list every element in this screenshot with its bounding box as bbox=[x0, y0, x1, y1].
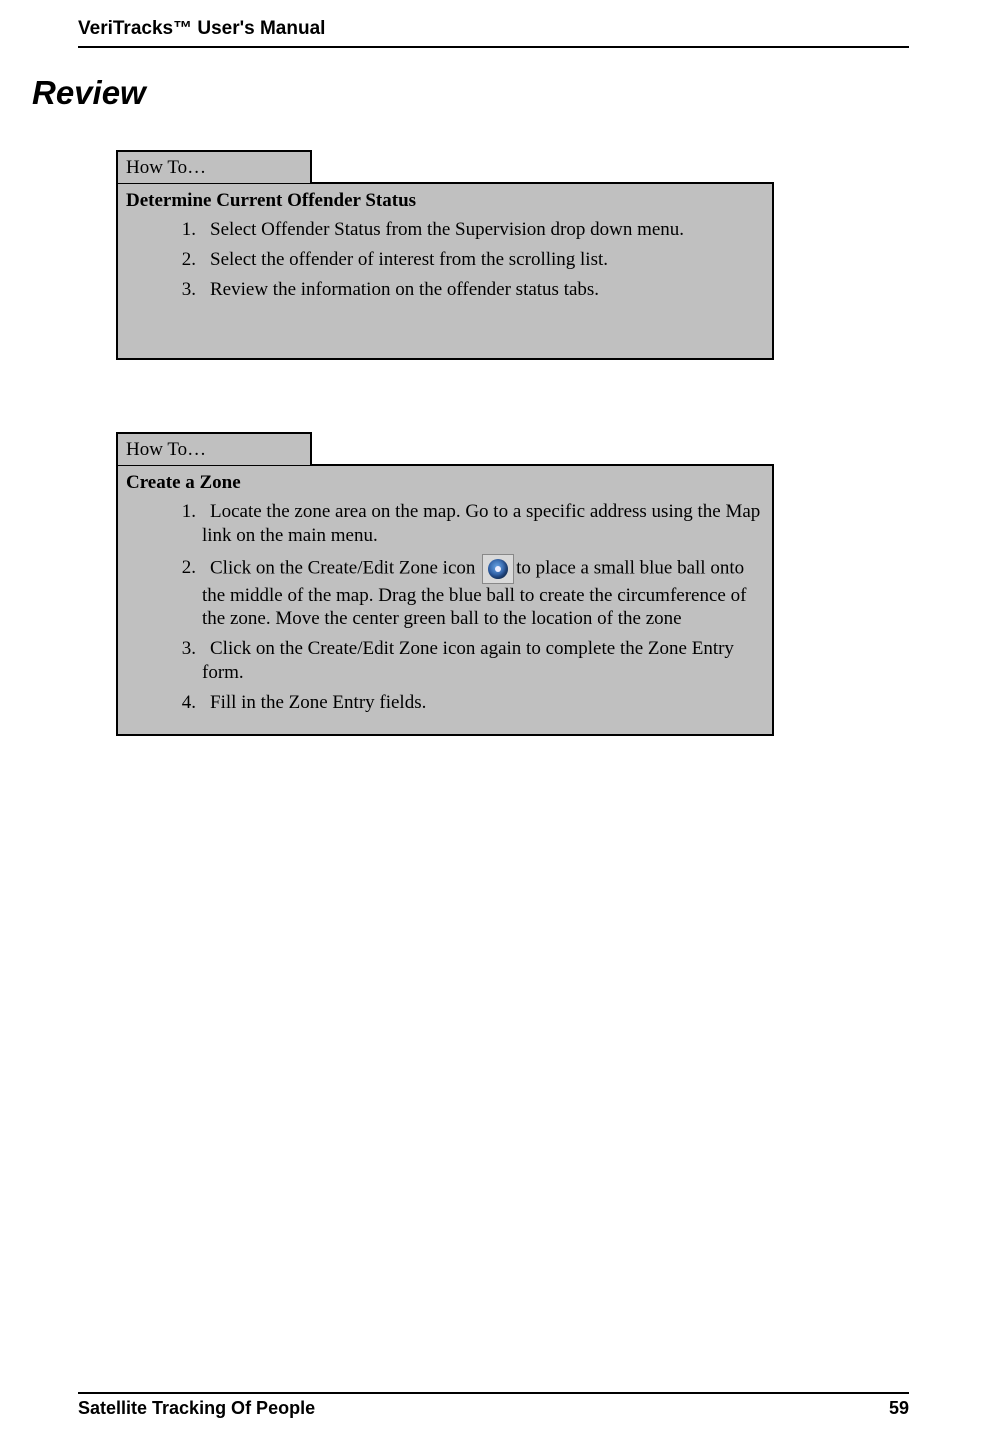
howto-tab: How To… bbox=[116, 432, 312, 465]
step-item: 3.Click on the Create/Edit Zone icon aga… bbox=[174, 637, 764, 685]
step-item: 4. Fill in the Zone Entry fields. bbox=[174, 691, 764, 715]
page-footer: Satellite Tracking Of People 59 bbox=[78, 1392, 909, 1419]
page-header: VeriTracks™ User's Manual bbox=[78, 18, 909, 48]
howto-steps: 1.Locate the zone area on the map. Go to… bbox=[126, 500, 764, 714]
step-item: 2. Select the offender of interest from t… bbox=[174, 248, 764, 272]
step-number: 3. bbox=[174, 278, 196, 302]
step-text: Fill in the Zone Entry fields. bbox=[210, 692, 426, 713]
howto-steps: 1. Select Offender Status from the Superv… bbox=[126, 218, 764, 301]
footer-left: Satellite Tracking Of People bbox=[78, 1398, 315, 1419]
footer-rule bbox=[78, 1392, 909, 1394]
howto-tab: How To… bbox=[116, 150, 312, 183]
page-number: 59 bbox=[889, 1398, 909, 1419]
step-item: 2.Click on the Create/Edit Zone icon to … bbox=[174, 554, 764, 632]
step-text: Select the offender of interest from the… bbox=[210, 249, 608, 270]
howto-title: Determine Current Offender Status bbox=[126, 190, 764, 212]
step-number: 2. bbox=[174, 248, 196, 272]
howto-body: Determine Current Offender Status 1. Sele… bbox=[116, 182, 774, 360]
howto-title: Create a Zone bbox=[126, 472, 764, 494]
step-text: Select Offender Status from the Supervis… bbox=[210, 219, 684, 240]
step-number: 3. bbox=[174, 637, 196, 661]
step-item: 1. Select Offender Status from the Superv… bbox=[174, 218, 764, 242]
howto-block-create-zone: How To… Create a Zone 1.Locate the zone … bbox=[116, 432, 774, 736]
header-rule bbox=[78, 46, 909, 48]
header-title: VeriTracks™ User's Manual bbox=[78, 18, 909, 40]
step-text: Review the information on the offender s… bbox=[210, 279, 599, 300]
footer-row: Satellite Tracking Of People 59 bbox=[78, 1398, 909, 1419]
step-number: 1. bbox=[174, 218, 196, 242]
howto-body: Create a Zone 1.Locate the zone area on … bbox=[116, 464, 774, 736]
step-text: Locate the zone area on the map. Go to a… bbox=[202, 501, 760, 546]
step-number: 1. bbox=[174, 500, 196, 524]
step-number: 4. bbox=[174, 691, 196, 715]
step-text-pre: Click on the Create/Edit Zone icon bbox=[210, 557, 480, 578]
step-number: 2. bbox=[174, 556, 196, 580]
howto-block-offender-status: How To… Determine Current Offender Statu… bbox=[116, 150, 774, 360]
step-text: Click on the Create/Edit Zone icon again… bbox=[202, 638, 734, 683]
step-item: 1.Locate the zone area on the map. Go to… bbox=[174, 500, 764, 548]
step-item: 3. Review the information on the offender… bbox=[174, 278, 764, 302]
section-title: Review bbox=[32, 74, 146, 112]
zone-target-icon bbox=[482, 554, 514, 584]
